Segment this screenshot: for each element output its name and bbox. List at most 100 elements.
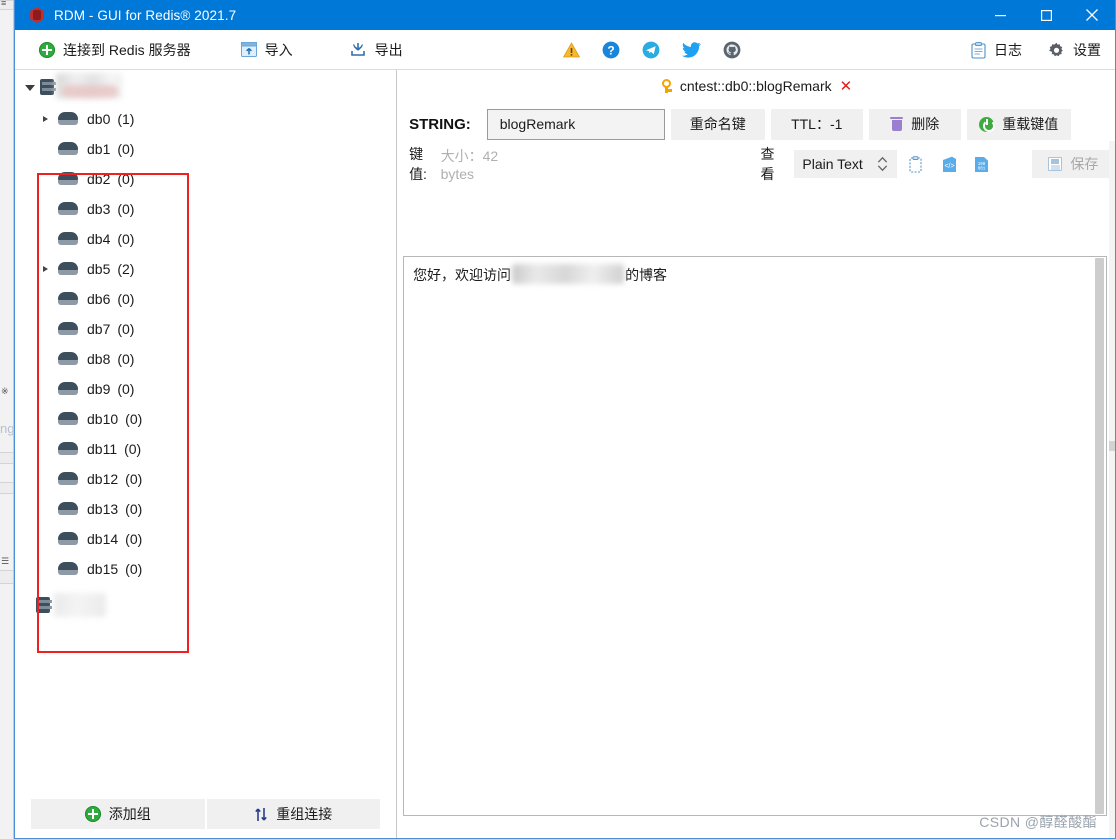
tree-spacer: [39, 293, 52, 306]
format-code-button[interactable]: </>: [935, 150, 963, 178]
tree-item-db5[interactable]: db5 (2): [15, 254, 396, 284]
format-code-icon: </>: [942, 156, 957, 173]
help-icon[interactable]: ?: [602, 41, 620, 59]
export-button[interactable]: 导出: [339, 30, 413, 70]
tree-spacer: [39, 503, 52, 516]
copy-to-clipboard-button[interactable]: [902, 150, 930, 178]
tree-item-db6[interactable]: db6(0): [15, 284, 396, 314]
chevron-down-icon[interactable]: [23, 81, 36, 94]
reload-value-button[interactable]: 重载键值: [967, 109, 1071, 140]
add-group-label: 添加组: [109, 804, 151, 824]
tree-item-db11[interactable]: db11(0): [15, 434, 396, 464]
trash-icon: [890, 117, 903, 132]
save-icon: [1048, 157, 1062, 171]
binary-view-button[interactable]: 100 001: [968, 150, 996, 178]
database-icon: [58, 562, 78, 576]
connect-label: 连接到 Redis 服务器: [63, 40, 191, 60]
add-group-button[interactable]: 添加组: [31, 799, 205, 829]
database-icon: [58, 292, 78, 306]
database-icon: [58, 382, 78, 396]
value-scrollbar[interactable]: [1094, 258, 1105, 814]
value-text-content: 您好，欢迎访问的博客: [404, 257, 1106, 292]
copy-to-clipboard-icon: [909, 156, 924, 173]
key-icon: [660, 79, 674, 93]
value-toolbar-row: 键值: 大小：42 bytes 查看 Plain Text: [397, 146, 1115, 182]
key-value-label: 键值:: [409, 144, 439, 184]
bg-glyph: ☰: [1, 556, 13, 567]
tree-item-db14[interactable]: db14(0): [15, 524, 396, 554]
tree-item-server-2[interactable]: [15, 588, 396, 622]
tree-item-db2[interactable]: db2(0): [15, 164, 396, 194]
warning-icon[interactable]: [563, 42, 580, 58]
database-key-count: (2): [117, 261, 134, 277]
tree-item-db12[interactable]: db12(0): [15, 464, 396, 494]
window-scrollbar-grip[interactable]: [1109, 441, 1115, 451]
tree-item-db10[interactable]: db10(0): [15, 404, 396, 434]
bg-glyph: ※: [1, 386, 13, 397]
watermark: CSDN @醇醛酸酯: [979, 812, 1097, 832]
key-action-row: STRING: blogRemark 重命名键 TTL：-1 删除 重载键值: [397, 102, 1115, 146]
tree-item-db8[interactable]: db8(0): [15, 344, 396, 374]
github-icon[interactable]: [723, 41, 741, 59]
tree-item-db15[interactable]: db15(0): [15, 554, 396, 584]
database-list: db0(1)db1(0)db2(0)db3(0)db4(0)db5(2)db6(…: [15, 104, 396, 584]
database-label: db9: [87, 381, 110, 397]
window-title: RDM - GUI for Redis® 2021.7: [54, 8, 236, 23]
delete-key-button[interactable]: 删除: [869, 109, 961, 140]
chevron-right-icon[interactable]: [39, 263, 52, 276]
save-label: 保存: [1070, 154, 1098, 174]
plus-circle-icon: [39, 42, 55, 58]
import-button[interactable]: 导入: [231, 30, 303, 70]
database-key-count: (0): [125, 501, 142, 517]
tree-item-db1[interactable]: db1(0): [15, 134, 396, 164]
tree-spacer: [39, 413, 52, 426]
close-icon[interactable]: ✕: [840, 79, 853, 94]
tree-item-server[interactable]: [15, 70, 396, 104]
svg-text:001: 001: [978, 167, 986, 171]
log-button[interactable]: 日志: [971, 30, 1022, 70]
telegram-icon[interactable]: [642, 41, 660, 59]
close-button[interactable]: [1069, 0, 1115, 30]
tree-item-db9[interactable]: db9(0): [15, 374, 396, 404]
database-key-count: (0): [124, 441, 141, 457]
tree-item-db7[interactable]: db7(0): [15, 314, 396, 344]
database-key-count: (1): [117, 111, 134, 127]
database-icon: [58, 352, 78, 366]
chevron-up-down-icon[interactable]: [877, 156, 888, 172]
database-label: db4: [87, 231, 110, 247]
chevron-right-icon[interactable]: [39, 113, 52, 126]
window-scrollbar[interactable]: [1109, 141, 1115, 838]
view-mode-select[interactable]: Plain Text: [794, 150, 897, 178]
reload-label: 重载键值: [1002, 114, 1058, 134]
value-text-area[interactable]: 您好，欢迎访问的博客: [403, 256, 1107, 816]
ttl-button[interactable]: TTL：-1: [771, 109, 863, 140]
save-button[interactable]: 保存: [1032, 150, 1115, 178]
binary-view-icon: 100 001: [974, 156, 989, 173]
twitter-icon[interactable]: [682, 42, 701, 58]
minimize-button[interactable]: [977, 0, 1023, 30]
settings-label: 设置: [1073, 40, 1101, 60]
tree-item-db3[interactable]: db3(0): [15, 194, 396, 224]
database-icon: [58, 202, 78, 216]
tree-spacer: [39, 383, 52, 396]
main-toolbar: 连接到 Redis 服务器 导入 导出: [15, 30, 1115, 70]
regroup-connections-button[interactable]: 重组连接: [207, 799, 381, 829]
connect-to-redis-server-button[interactable]: 连接到 Redis 服务器: [29, 30, 201, 70]
server-name-redacted: [56, 73, 122, 99]
maximize-button[interactable]: [1023, 0, 1069, 30]
toolbar-social-icons: ?: [563, 41, 741, 59]
database-label: db5: [87, 261, 110, 277]
tree-spacer: [39, 173, 52, 186]
database-key-count: (0): [125, 531, 142, 547]
tree-item-db4[interactable]: db4(0): [15, 224, 396, 254]
key-tab[interactable]: cntest::db0::blogRemark ✕: [397, 70, 1115, 102]
key-name-input[interactable]: blogRemark: [487, 109, 665, 140]
tree-item-db13[interactable]: db13(0): [15, 494, 396, 524]
database-key-count: (0): [117, 141, 134, 157]
settings-button[interactable]: 设置: [1048, 30, 1101, 70]
connections-tree: db0(1)db1(0)db2(0)db3(0)db4(0)db5(2)db6(…: [15, 70, 396, 790]
rename-key-button[interactable]: 重命名键: [671, 109, 765, 140]
delete-label: 删除: [911, 114, 939, 134]
tree-item-db0[interactable]: db0(1): [15, 104, 396, 134]
value-scrollbar-thumb[interactable]: [1095, 258, 1104, 814]
